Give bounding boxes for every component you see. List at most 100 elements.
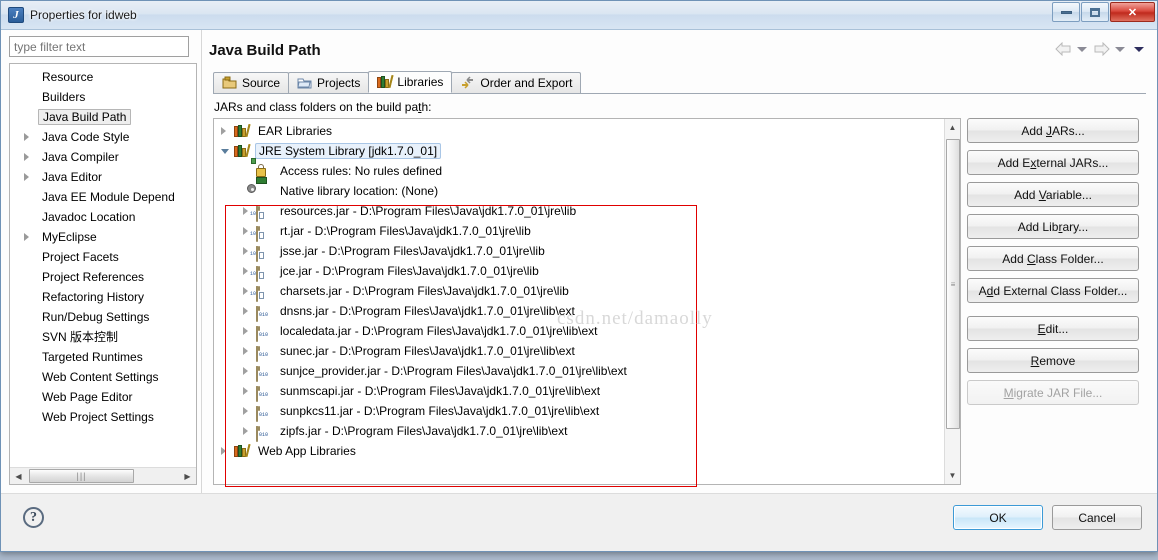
expand-arrow-icon[interactable]: [243, 267, 248, 275]
build-path-tree-item[interactable]: Web App Libraries: [214, 441, 944, 461]
expand-arrow-icon[interactable]: [243, 427, 248, 435]
expand-arrow-icon[interactable]: [221, 447, 226, 455]
settings-tree-hscrollbar[interactable]: ◀ ||| ▶: [10, 467, 196, 484]
hscroll-left-arrow-icon[interactable]: ◀: [10, 468, 27, 484]
tab-order-and-export[interactable]: Order and Export: [451, 72, 582, 93]
arrow-left-icon[interactable]: [1055, 42, 1071, 56]
build-path-tree-item[interactable]: 010 zipfs.jar - D:\Program Files\Java\jdk…: [214, 421, 944, 442]
arrow-right-icon[interactable]: [1093, 42, 1110, 56]
build-path-tree-item[interactable]: 10 jce.jar - D:\Program Files\Java\jdk1.7…: [214, 261, 944, 282]
add-jars-button[interactable]: Add JARs...: [967, 118, 1139, 143]
page-menu-chevron-down-icon[interactable]: [1134, 46, 1144, 52]
build-path-tree[interactable]: EAR Libraries JRE System Library [jdk1.7.…: [214, 119, 944, 484]
sidebar-item-label: Run/Debug Settings: [42, 310, 150, 324]
back-history-chevron-down-icon[interactable]: [1077, 46, 1087, 52]
build-path-tree-item[interactable]: JRE System Library [jdk1.7.0_01]: [214, 141, 944, 161]
build-path-tree-item[interactable]: 10 jsse.jar - D:\Program Files\Java\jdk1.…: [214, 241, 944, 262]
build-path-tree-item[interactable]: 010 sunec.jar - D:\Program Files\Java\jdk…: [214, 341, 944, 362]
build-path-tree-item[interactable]: 010 sunmscapi.jar - D:\Program Files\Java…: [214, 381, 944, 402]
sidebar-item-builders[interactable]: Builders: [10, 87, 196, 107]
build-path-tree-item[interactable]: EAR Libraries: [214, 121, 944, 141]
sidebar-item-java-ee-module-depend[interactable]: Java EE Module Depend: [10, 187, 196, 207]
sidebar-item-java-editor[interactable]: Java Editor: [10, 167, 196, 187]
hscroll-right-arrow-icon[interactable]: ▶: [179, 468, 196, 484]
build-path-tree-item[interactable]: 10 resources.jar - D:\Program Files\Java\…: [214, 201, 944, 222]
sidebar-item-myeclipse[interactable]: MyEclipse: [10, 227, 196, 247]
expand-arrow-icon[interactable]: [24, 153, 29, 161]
build-path-tree-item[interactable]: 10 rt.jar - D:\Program Files\Java\jdk1.7.…: [214, 221, 944, 242]
build-path-tree-item[interactable]: 10 charsets.jar - D:\Program Files\Java\j…: [214, 281, 944, 302]
add-variable-button[interactable]: Add Variable...: [967, 182, 1139, 207]
expand-arrow-icon[interactable]: [243, 307, 248, 315]
build-path-item-label: localedata.jar - D:\Program Files\Java\j…: [280, 324, 598, 338]
tab-projects[interactable]: Projects: [288, 72, 370, 93]
sidebar-item-label: Targeted Runtimes: [42, 350, 143, 364]
minimize-button[interactable]: [1052, 2, 1080, 22]
build-path-tree-item[interactable]: 010 sunpkcs11.jar - D:\Program Files\Java…: [214, 401, 944, 422]
build-path-tree-container: EAR Libraries JRE System Library [jdk1.7.…: [213, 118, 961, 485]
sidebar-item-run-debug-settings[interactable]: Run/Debug Settings: [10, 307, 196, 327]
expand-arrow-icon[interactable]: [243, 247, 248, 255]
build-path-vscrollbar[interactable]: ▲ ≡ ▼: [944, 119, 960, 484]
jar-ext-icon: 010: [256, 384, 272, 402]
tab-label: Libraries: [397, 75, 444, 89]
sidebar-item-project-references[interactable]: Project References: [10, 267, 196, 287]
ok-button[interactable]: OK: [953, 505, 1043, 530]
window-title: Properties for idweb: [30, 8, 137, 22]
expand-arrow-icon[interactable]: [243, 347, 248, 355]
expand-arrow-icon[interactable]: [243, 227, 248, 235]
sidebar-item-refactoring-history[interactable]: Refactoring History: [10, 287, 196, 307]
sidebar-item-resource[interactable]: Resource: [10, 67, 196, 87]
build-path-tree-item[interactable]: 010 localedata.jar - D:\Program Files\Jav…: [214, 321, 944, 342]
remove-button[interactable]: Remove: [967, 348, 1139, 373]
expand-arrow-icon[interactable]: [243, 287, 248, 295]
filter-input[interactable]: [9, 36, 189, 57]
hscroll-thumb[interactable]: |||: [29, 469, 134, 483]
vscroll-down-arrow-icon[interactable]: ▼: [945, 467, 960, 484]
sidebar-item-label: Javadoc Location: [42, 210, 136, 224]
add-library-button[interactable]: Add Library...: [967, 214, 1139, 239]
expand-arrow-icon[interactable]: [243, 207, 248, 215]
build-path-tree-item[interactable]: Access rules: No rules defined: [214, 158, 944, 181]
expand-arrow-icon[interactable]: [243, 327, 248, 335]
maximize-button[interactable]: [1081, 2, 1109, 22]
add-external-class-folder-button[interactable]: Add External Class Folder...: [967, 278, 1139, 303]
sidebar-item-svn[interactable]: SVN 版本控制: [10, 327, 196, 347]
close-button[interactable]: ✕: [1110, 2, 1155, 22]
add-external-jars-button[interactable]: Add External JARs...: [967, 150, 1139, 175]
expand-arrow-icon[interactable]: [24, 133, 29, 141]
vscroll-up-arrow-icon[interactable]: ▲: [945, 119, 960, 136]
settings-tree[interactable]: Resource Builders Java Build Path Java Code…: [10, 64, 196, 467]
expand-arrow-icon[interactable]: [243, 387, 248, 395]
sidebar-item-targeted-runtimes[interactable]: Targeted Runtimes: [10, 347, 196, 367]
build-path-tree-item[interactable]: 010 dnsns.jar - D:\Program Files\Java\jdk…: [214, 301, 944, 322]
jar-icon: 10: [250, 284, 272, 302]
sidebar-item-web-content-settings[interactable]: Web Content Settings: [10, 367, 196, 387]
vscroll-thumb[interactable]: ≡: [946, 139, 960, 429]
sidebar-item-web-project-settings[interactable]: Web Project Settings: [10, 407, 196, 427]
build-path-tree-item[interactable]: Native library location: (None): [214, 177, 944, 201]
tab-libraries[interactable]: Libraries: [368, 71, 453, 93]
cancel-button[interactable]: Cancel: [1052, 505, 1142, 530]
tab-source[interactable]: Source: [213, 72, 290, 93]
build-path-tabs: Source Projects Libraries Order and Export: [213, 71, 1146, 94]
sidebar-item-label: Refactoring History: [42, 290, 145, 304]
expand-arrow-icon[interactable]: [221, 127, 226, 135]
sidebar-item-project-facets[interactable]: Project Facets: [10, 247, 196, 267]
sidebar-item-javadoc-location[interactable]: Javadoc Location: [10, 207, 196, 227]
build-path-tree-item[interactable]: 010 sunjce_provider.jar - D:\Program File…: [214, 361, 944, 382]
sidebar-item-web-page-editor[interactable]: Web Page Editor: [10, 387, 196, 407]
expand-arrow-icon[interactable]: [243, 407, 248, 415]
sidebar-item-java-compiler[interactable]: Java Compiler: [10, 147, 196, 167]
help-question-icon[interactable]: ?: [23, 507, 44, 528]
source-folder-icon: [222, 76, 237, 90]
forward-history-chevron-down-icon[interactable]: [1115, 46, 1125, 52]
sidebar-item-java-build-path[interactable]: Java Build Path: [10, 107, 196, 127]
edit-button[interactable]: Edit...: [967, 316, 1139, 341]
sidebar-item-java-code-style[interactable]: Java Code Style: [10, 127, 196, 147]
expand-arrow-icon[interactable]: [243, 367, 248, 375]
collapse-arrow-icon[interactable]: [221, 149, 229, 158]
add-class-folder-button[interactable]: Add Class Folder...: [967, 246, 1139, 271]
expand-arrow-icon[interactable]: [24, 173, 29, 181]
expand-arrow-icon[interactable]: [24, 233, 29, 241]
